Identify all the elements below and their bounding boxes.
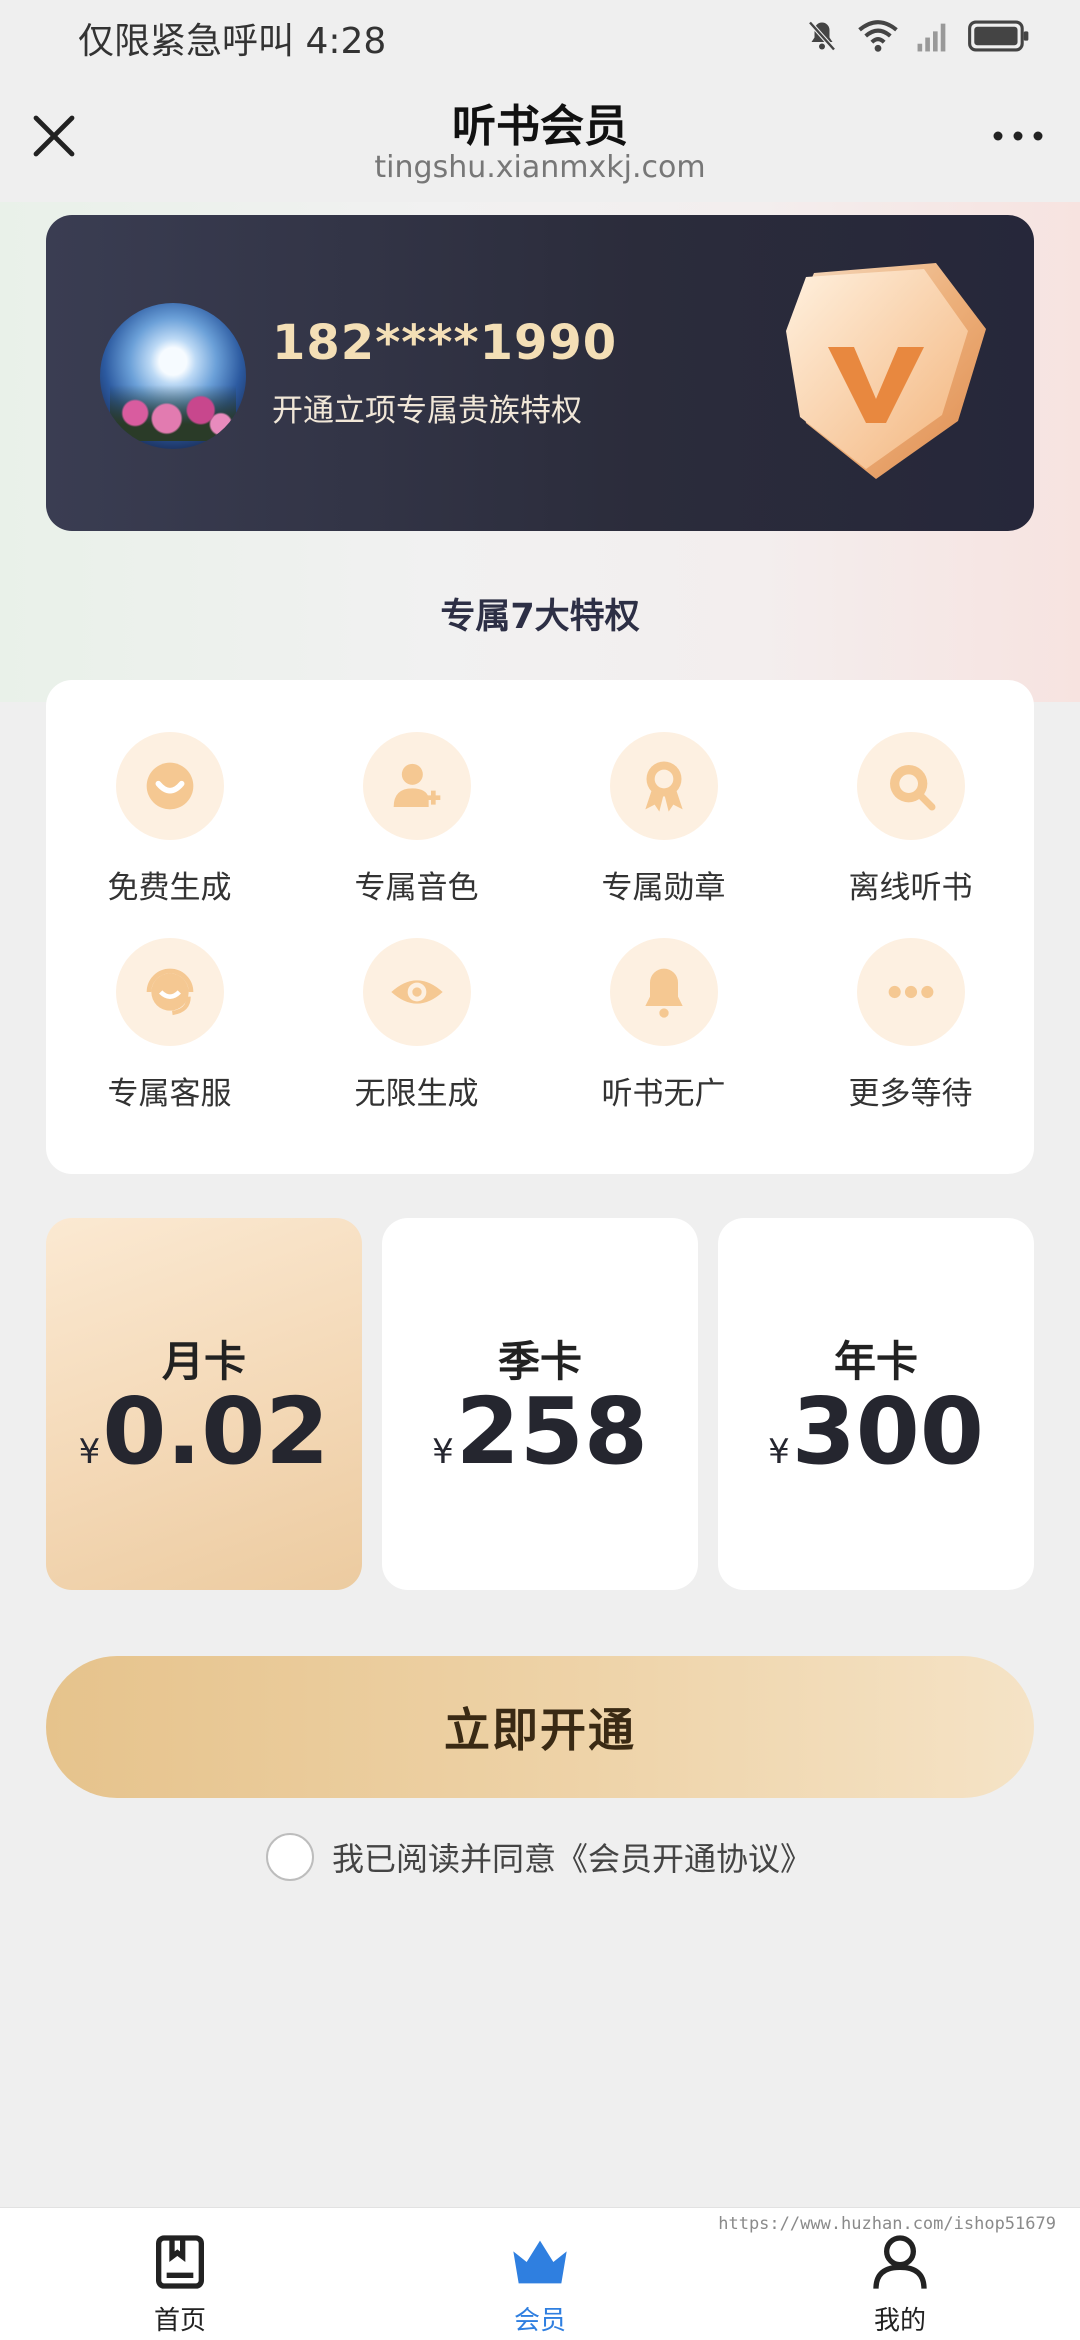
nav-label: 首页 — [153, 2306, 206, 2336]
plan-card-quarterly[interactable]: 季卡 ¥258 — [382, 1218, 698, 1590]
watermark: https://www.huzhan.com/ishop51679 — [718, 2214, 1056, 2234]
user-phone: 182****1990 — [272, 315, 618, 371]
vip-badge-icon — [786, 263, 986, 479]
plan-card-monthly[interactable]: 月卡 ¥0.02 — [46, 1218, 362, 1590]
smile-icon — [115, 732, 224, 840]
bell-off-icon — [808, 21, 836, 51]
privilege-item[interactable]: 专属音色 — [293, 732, 540, 938]
privilege-item[interactable]: 听书无广 — [540, 938, 787, 1144]
more-icon[interactable] — [990, 124, 1046, 148]
member-card: 182****1990 开通立项专属贵族特权 — [46, 215, 1034, 531]
privilege-item[interactable]: 无限生成 — [293, 938, 540, 1144]
currency-symbol: ¥ — [768, 1432, 790, 1472]
user-icon — [873, 2235, 927, 2289]
web-header: 听书会员 tingshu.xianmxkj.com — [0, 72, 1080, 202]
privileges-title: 专属7大特权 — [440, 597, 640, 637]
privilege-label: 离线听书 — [848, 870, 973, 906]
member-subtitle: 开通立项专属贵族特权 — [272, 393, 582, 429]
plan-price-value: 258 — [455, 1378, 648, 1485]
privilege-item[interactable]: 免费生成 — [46, 732, 293, 938]
privilege-item[interactable]: 更多等待 — [787, 938, 1034, 1144]
open-membership-button[interactable]: 立即开通 — [46, 1656, 1034, 1798]
plan-price: ¥300 — [718, 1378, 1034, 1485]
headset-icon — [115, 938, 224, 1046]
privileges-panel: 免费生成 专属音色 专属勋章 离线听书 专属客服 无限生成 听书无广 更多等待 — [46, 680, 1034, 1174]
plan-price-value: 300 — [791, 1378, 984, 1485]
plan-price: ¥258 — [382, 1378, 698, 1485]
page-url: tingshu.xianmxkj.com — [374, 150, 706, 185]
eye-icon — [362, 938, 471, 1046]
search-icon — [856, 732, 965, 840]
agree-checkbox[interactable] — [266, 1833, 314, 1881]
signal-icon — [917, 23, 946, 52]
agreement-row: 我已阅读并同意《会员开通协议》 — [266, 1832, 812, 1882]
privilege-label: 无限生成 — [354, 1076, 479, 1112]
plan-price-value: 0.02 — [102, 1378, 330, 1485]
avatar[interactable] — [100, 303, 246, 449]
nav-label: 我的 — [873, 2306, 926, 2336]
currency-symbol: ¥ — [432, 1432, 454, 1472]
status-icons — [804, 16, 1030, 56]
book-icon — [156, 2235, 204, 2289]
currency-symbol: ¥ — [78, 1432, 101, 1472]
privilege-label: 听书无广 — [601, 1076, 726, 1112]
add-user-icon — [362, 732, 471, 840]
privilege-label: 专属客服 — [107, 1076, 232, 1112]
privilege-label: 免费生成 — [107, 870, 232, 906]
bell-icon — [609, 938, 718, 1046]
status-text: 仅限紧急呼叫 4:28 — [78, 21, 387, 62]
nav-item-member[interactable]: 会员 — [460, 2230, 620, 2337]
wifi-icon — [858, 20, 898, 52]
privilege-label: 更多等待 — [848, 1076, 973, 1112]
page-title: 听书会员 — [452, 101, 628, 152]
privilege-label: 专属音色 — [354, 870, 479, 906]
agreement-text[interactable]: 我已阅读并同意《会员开通协议》 — [332, 1834, 812, 1880]
nav-item-mine[interactable]: 我的 — [820, 2230, 980, 2337]
medal-icon — [609, 732, 718, 840]
more-dots-icon — [856, 938, 965, 1046]
privilege-item[interactable]: 专属客服 — [46, 938, 293, 1144]
nav-item-home[interactable]: 首页 — [100, 2230, 260, 2337]
privilege-item[interactable]: 专属勋章 — [540, 732, 787, 938]
plan-card-yearly[interactable]: 年卡 ¥300 — [718, 1218, 1034, 1590]
crown-icon — [513, 2240, 567, 2284]
privilege-label: 专属勋章 — [601, 870, 726, 906]
plan-price: ¥0.02 — [46, 1378, 362, 1485]
nav-label: 会员 — [513, 2306, 566, 2336]
battery-icon — [968, 20, 1029, 52]
status-bar: 仅限紧急呼叫 4:28 — [0, 0, 1080, 72]
privilege-item[interactable]: 离线听书 — [787, 732, 1034, 938]
